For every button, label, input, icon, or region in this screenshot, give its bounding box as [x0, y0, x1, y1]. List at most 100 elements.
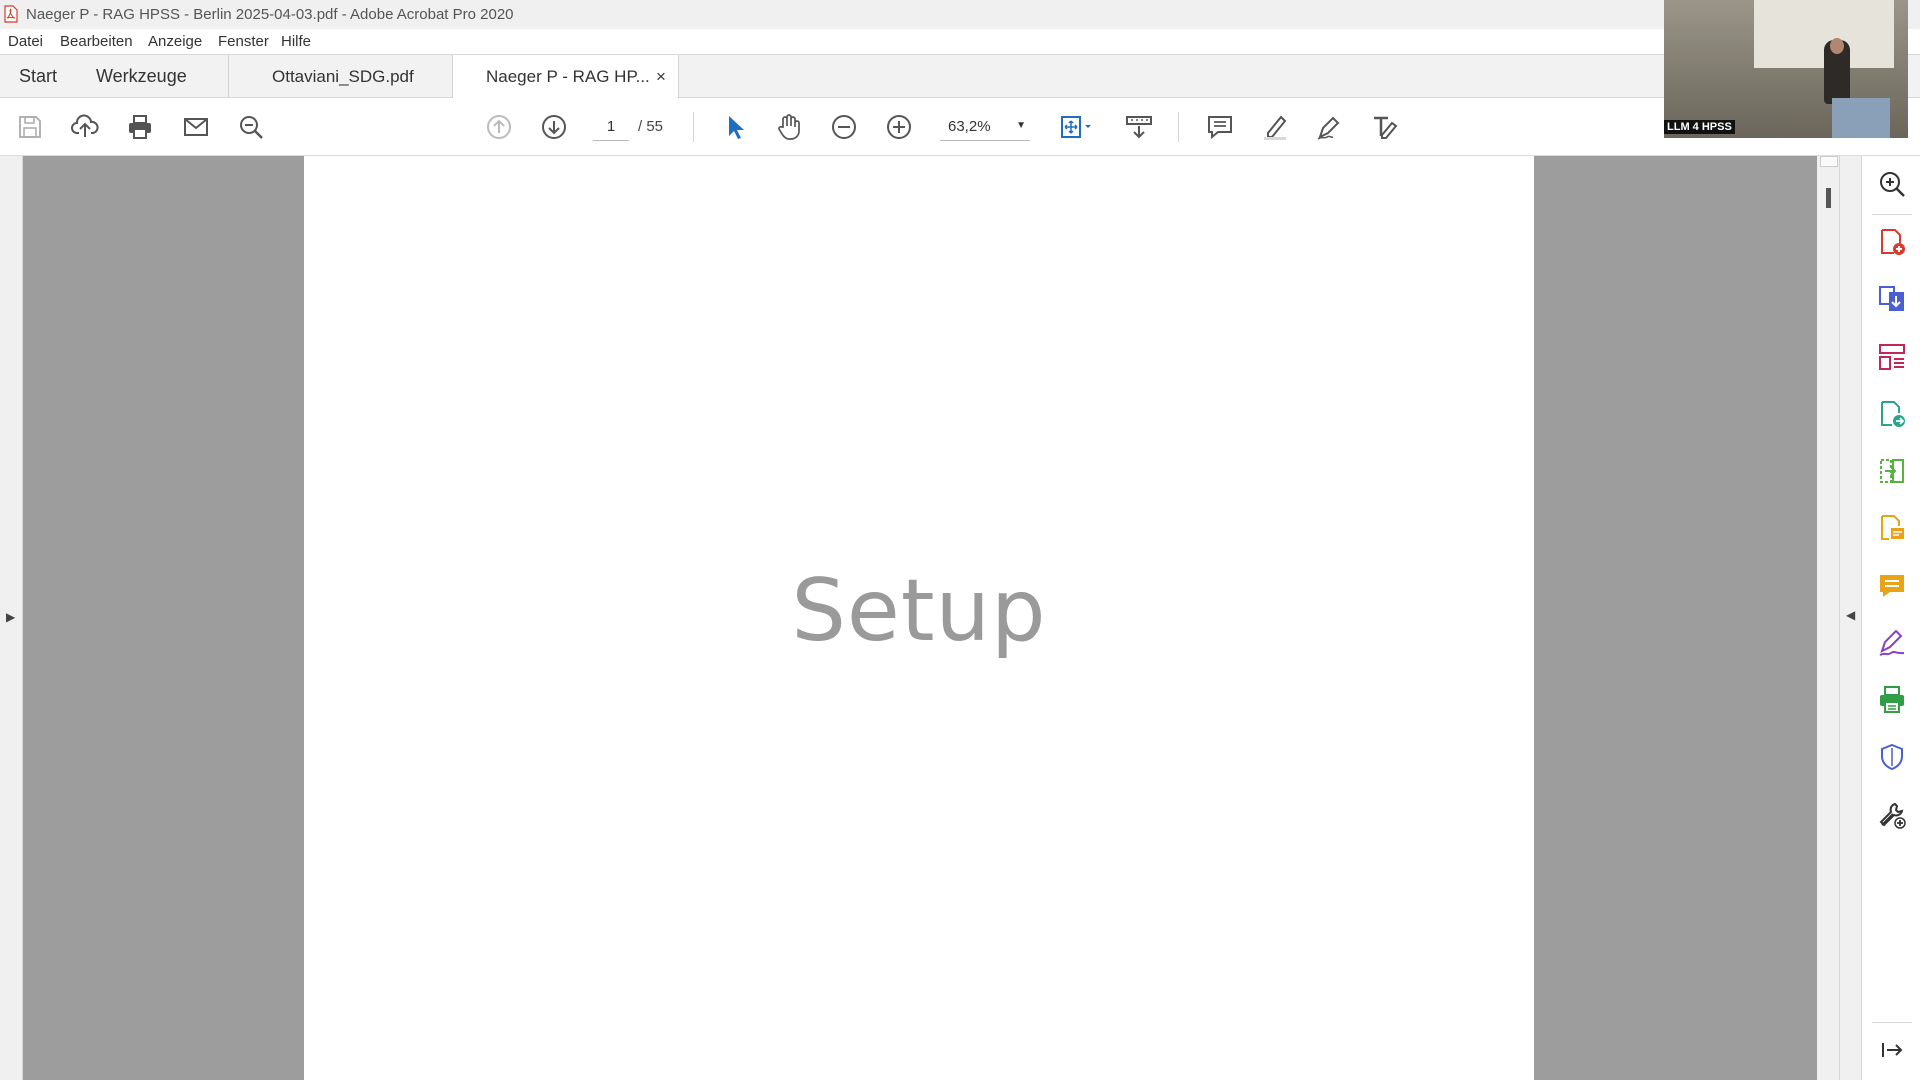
print-production-tool[interactable] [1876, 684, 1908, 716]
menu-anzeige[interactable]: Anzeige [148, 33, 202, 50]
select-tool-button[interactable] [719, 111, 751, 143]
save-button[interactable] [14, 111, 46, 143]
compare-tool[interactable] [1876, 455, 1908, 487]
webcam-overlay: LLM 4 HPSS [1664, 0, 1908, 138]
fill-sign-icon [1879, 629, 1905, 656]
upload-button[interactable] [69, 111, 101, 143]
title-bar: Naeger P - RAG HPSS - Berlin 2025-04-03.… [0, 0, 1920, 29]
export-pdf-tool[interactable] [1876, 283, 1908, 315]
print-button[interactable] [124, 111, 156, 143]
tab-start[interactable]: Start [19, 55, 57, 98]
comment-tool[interactable] [1876, 570, 1908, 602]
tab-document-naeger[interactable]: Naeger P - RAG HP... × [453, 55, 678, 99]
find-button[interactable] [235, 111, 267, 143]
edit-icon [1374, 116, 1398, 139]
tab-divider [678, 55, 679, 98]
search-icon [240, 116, 263, 139]
fit-page-button[interactable] [1054, 111, 1098, 143]
fill-sign-tool[interactable] [1876, 627, 1908, 659]
pane-divider [1872, 1022, 1912, 1023]
collapse-tools-pane-button[interactable] [1876, 1034, 1908, 1066]
pane-divider [1872, 214, 1912, 215]
hand-icon [778, 114, 800, 140]
mail-icon [184, 118, 208, 136]
menu-hilfe[interactable]: Hilfe [281, 33, 311, 50]
comment-icon [1208, 116, 1232, 140]
menu-bearbeiten[interactable]: Bearbeiten [60, 33, 133, 50]
select-arrow-icon [729, 116, 744, 139]
zoom-in-icon [887, 115, 911, 139]
more-tools-icon [1879, 802, 1906, 829]
combine-files-tool[interactable] [1876, 398, 1908, 430]
collapse-arrow-icon[interactable]: ◀ [1846, 608, 1855, 622]
protect-tool[interactable] [1876, 741, 1908, 773]
sign-button[interactable] [1313, 111, 1345, 143]
zoom-out-icon [832, 115, 856, 139]
zoom-in-button[interactable] [883, 111, 915, 143]
zoom-select[interactable]: 63,2% ▼ [940, 114, 1030, 141]
tab-close-button[interactable]: × [656, 55, 666, 98]
speaker-head [1830, 38, 1844, 54]
combine-files-icon [1881, 401, 1905, 427]
toolbar-divider [693, 112, 694, 142]
right-pane-toggle[interactable]: ◀ [1839, 156, 1862, 1080]
scroll-up-button[interactable] [1820, 156, 1838, 167]
menu-fenster[interactable]: Fenster [218, 33, 269, 50]
email-button[interactable] [180, 111, 212, 143]
create-pdf-icon [1881, 229, 1905, 255]
page-total: / 55 [638, 118, 664, 135]
expand-pane-icon[interactable]: ▶ [6, 610, 15, 624]
left-navigation-pane[interactable]: ▶ [0, 156, 23, 1080]
menu-bar: Datei Bearbeiten Anzeige Fenster Hilfe [0, 29, 1920, 54]
print-production-icon [1880, 686, 1904, 713]
sign-icon [1317, 116, 1340, 140]
print-icon [129, 115, 151, 139]
organize-pages-icon [1879, 344, 1905, 370]
lectern [1832, 98, 1890, 138]
toolbar-divider [1178, 112, 1179, 142]
edit-button[interactable] [1368, 111, 1400, 143]
request-signature-tool[interactable] [1876, 512, 1908, 544]
fit-page-icon [1061, 116, 1091, 138]
hand-tool-button[interactable] [773, 111, 805, 143]
webcam-label: LLM 4 HPSS [1664, 120, 1735, 134]
tab-divider [228, 55, 229, 98]
tab-bar: Start Werkzeuge Ottaviani_SDG.pdf Naeger… [0, 54, 1920, 99]
protect-icon [1881, 743, 1903, 771]
request-signature-icon [1881, 515, 1904, 540]
page-number-input[interactable]: 1 [593, 114, 629, 141]
tools-pane [1861, 156, 1920, 1080]
document-workspace: ▶ Setup ◀ [0, 156, 1862, 1080]
tab-document-naeger-label: Naeger P - RAG HP... [486, 67, 650, 86]
next-page-button[interactable] [538, 111, 570, 143]
tab-werkzeuge[interactable]: Werkzeuge [96, 55, 187, 98]
tab-document-ottaviani[interactable]: Ottaviani_SDG.pdf [272, 55, 414, 98]
collapse-pane-icon [1882, 1043, 1903, 1057]
organize-pages-tool[interactable] [1876, 341, 1908, 373]
search-zoom-button[interactable] [1876, 168, 1908, 200]
pdf-page[interactable]: Setup [304, 156, 1534, 1080]
zoom-out-button[interactable] [828, 111, 860, 143]
page-up-icon [487, 115, 511, 139]
toolbar: 1 / 55 63,2% ▼ [0, 98, 1920, 156]
scroll-mode-button[interactable] [1123, 111, 1155, 143]
menu-datei[interactable]: Datei [8, 33, 43, 50]
zoom-value: 63,2% [948, 118, 991, 135]
more-tools-button[interactable] [1876, 799, 1908, 831]
page-down-icon [542, 115, 566, 139]
scroll-mode-icon [1126, 116, 1152, 139]
vertical-scrollbar[interactable] [1817, 156, 1839, 1080]
comment-button[interactable] [1204, 111, 1236, 143]
comment-icon [1880, 575, 1904, 597]
slide-title: Setup [791, 561, 1047, 661]
previous-page-button[interactable] [483, 111, 515, 143]
chevron-down-icon: ▼ [1016, 120, 1026, 131]
create-pdf-tool[interactable] [1876, 226, 1908, 258]
scroll-thumb[interactable] [1826, 188, 1831, 208]
window-title: Naeger P - RAG HPSS - Berlin 2025-04-03.… [26, 6, 514, 23]
acrobat-logo-icon [4, 5, 18, 23]
highlight-button[interactable] [1259, 111, 1291, 143]
search-zoom-icon [1880, 172, 1905, 197]
upload-icon [71, 114, 99, 137]
compare-icon [1880, 459, 1904, 483]
